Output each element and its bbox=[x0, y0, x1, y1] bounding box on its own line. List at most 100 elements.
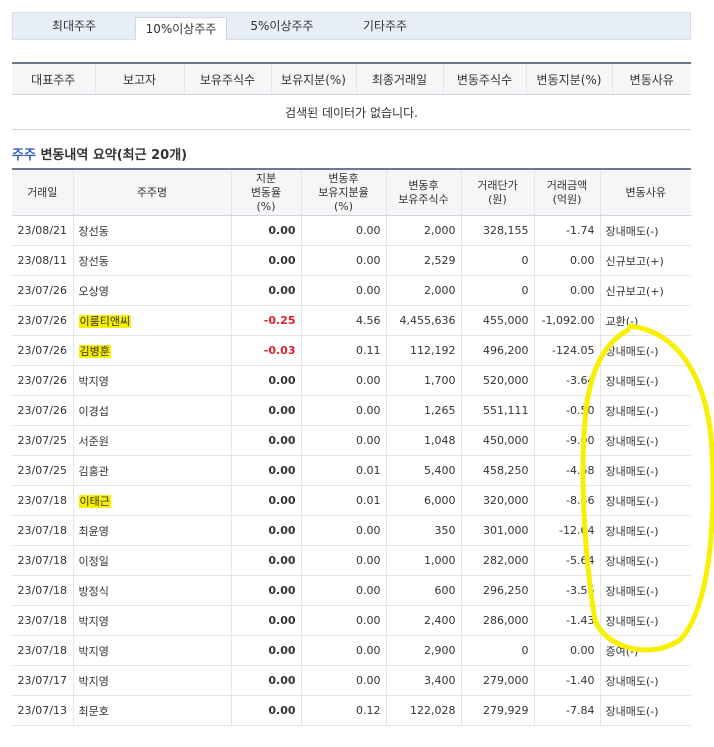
cell-trade-date: 23/07/26 bbox=[12, 335, 74, 366]
cell-trade-date: 23/07/18 bbox=[12, 545, 74, 576]
cell-trade-price: 320,000 bbox=[461, 485, 535, 516]
section-title-highlight: 주주 bbox=[12, 148, 36, 163]
cell-change-rate: -0.03 bbox=[231, 335, 302, 366]
holder-name-text: 이태근 bbox=[78, 494, 111, 508]
cell-holder-name: 박지영 bbox=[73, 365, 232, 396]
cell-after-ratio: 0.00 bbox=[301, 395, 387, 426]
table-row: 23/07/18 박지영 0.00 0.00 2,400 286,000 -1.43 장내매도… bbox=[12, 605, 691, 636]
cell-holder-name: 이경섭 bbox=[73, 395, 232, 426]
tab-5pct-holder[interactable]: 5%이상주주 bbox=[227, 13, 337, 40]
cell-holder-name: 서준원 bbox=[73, 425, 232, 456]
cell-reason: 장내매도(-) bbox=[600, 545, 691, 576]
cell-trade-amount: -4.58 bbox=[534, 455, 601, 486]
col-after-ratio-l3: (%) bbox=[333, 199, 354, 213]
tab-largest-holder[interactable]: 최대주주 bbox=[13, 13, 135, 40]
cell-reason: 교환(-) bbox=[600, 305, 691, 336]
col-last-trade-date: 최종거래일 bbox=[356, 62, 444, 95]
col-held-ratio: 보유지분(%) bbox=[271, 62, 357, 95]
cell-after-ratio: 0.00 bbox=[301, 515, 387, 546]
table-row: 23/07/18 최윤영 0.00 0.00 350 301,000 -12.04 장내매도(… bbox=[12, 515, 691, 546]
table-row: 23/07/18 박지영 0.00 0.00 2,900 0 0.00 증여(-) bbox=[12, 635, 691, 666]
cell-trade-amount: -0.50 bbox=[534, 395, 601, 426]
cell-after-shares: 350 bbox=[386, 515, 462, 546]
table-row: 23/07/17 박지영 0.00 0.00 3,400 279,000 -1.40 장내매도… bbox=[12, 665, 691, 696]
cell-reason: 장내매도(-) bbox=[600, 695, 691, 726]
table-row: 23/07/13 최문호 0.00 0.12 122,028 279,929 -7.84 장내… bbox=[12, 695, 691, 726]
cell-trade-date: 23/07/18 bbox=[12, 635, 74, 666]
empty-message: 검색된 데이터가 없습니다. bbox=[12, 94, 691, 130]
holder-name-text: 서준원 bbox=[78, 434, 109, 448]
table-row: 23/07/26 이룸티앤씨 -0.25 4.56 4,455,636 455,000 -1… bbox=[12, 305, 691, 336]
cell-after-shares: 122,028 bbox=[386, 695, 462, 726]
cell-after-shares: 600 bbox=[386, 575, 462, 606]
cell-after-shares: 112,192 bbox=[386, 335, 462, 366]
cell-after-ratio: 0.00 bbox=[301, 275, 387, 306]
cell-change-rate: 0.00 bbox=[231, 275, 302, 306]
cell-reason: 장내매도(-) bbox=[600, 335, 691, 366]
cell-trade-amount: 0.00 bbox=[534, 635, 601, 666]
cell-after-ratio: 0.00 bbox=[301, 425, 387, 456]
tab-10pct-holder[interactable]: 10%이상주주 bbox=[135, 17, 227, 41]
cell-after-ratio: 0.12 bbox=[301, 695, 387, 726]
cell-trade-amount: -1.40 bbox=[534, 665, 601, 696]
change-table-body: 23/08/21 장선동 0.00 0.00 2,000 328,155 -1.74 장내매도… bbox=[12, 215, 691, 726]
cell-change-rate: 0.00 bbox=[231, 455, 302, 486]
cell-trade-price: 279,929 bbox=[461, 695, 535, 726]
cell-reason: 장내매도(-) bbox=[600, 515, 691, 546]
table-row: 23/07/26 박지영 0.00 0.00 1,700 520,000 -3.64 장내매도… bbox=[12, 365, 691, 396]
holder-name-text: 오상영 bbox=[78, 284, 109, 298]
cell-change-rate: -0.25 bbox=[231, 305, 302, 336]
change-table-header: 거래일 주주명 지분 변동율 (%) 변동후 보유지분율 (%) 변동후 보유주… bbox=[12, 168, 691, 216]
holder-table-header: 대표주주 보고자 보유주식수 보유지분(%) 최종거래일 변동주식수 변동지분(… bbox=[12, 62, 691, 95]
col-after-shares-l1: 변동후 bbox=[408, 178, 439, 192]
cell-trade-date: 23/07/18 bbox=[12, 515, 74, 546]
cell-holder-name: 오상영 bbox=[73, 275, 232, 306]
cell-trade-date: 23/08/21 bbox=[12, 215, 74, 246]
cell-reason: 장내매도(-) bbox=[600, 425, 691, 456]
cell-change-rate: 0.00 bbox=[231, 545, 302, 576]
change-history-table: 거래일 주주명 지분 변동율 (%) 변동후 보유지분율 (%) 변동후 보유주… bbox=[12, 168, 691, 726]
col-held-shares: 보유주식수 bbox=[184, 62, 272, 95]
col-change-reason: 변동사유 bbox=[612, 62, 691, 95]
cell-reason: 증여(-) bbox=[600, 635, 691, 666]
cell-trade-date: 23/07/13 bbox=[12, 695, 74, 726]
cell-after-shares: 5,400 bbox=[386, 455, 462, 486]
col-trade-amount-l1: 거래금액 bbox=[546, 178, 588, 192]
cell-after-shares: 3,400 bbox=[386, 665, 462, 696]
cell-reason: 장내매도(-) bbox=[600, 665, 691, 696]
cell-after-ratio: 0.00 bbox=[301, 365, 387, 396]
table-row: 23/07/26 오상영 0.00 0.00 2,000 0 0.00 신규보고(+) bbox=[12, 275, 691, 306]
col-change-rate-l3: (%) bbox=[256, 199, 276, 213]
cell-trade-price: 458,250 bbox=[461, 455, 535, 486]
tab-other-holder[interactable]: 기타주주 bbox=[337, 13, 433, 40]
cell-trade-date: 23/07/25 bbox=[12, 425, 74, 456]
cell-after-ratio: 0.00 bbox=[301, 665, 387, 696]
holder-name-text: 김홍관 bbox=[78, 464, 109, 478]
table-row: 23/07/26 이경섭 0.00 0.00 1,265 551,111 -0.50 장내매도… bbox=[12, 395, 691, 426]
col-change-rate-l1: 지분 bbox=[255, 171, 277, 185]
cell-trade-price: 282,000 bbox=[461, 545, 535, 576]
col-after-ratio: 변동후 보유지분율 (%) bbox=[301, 168, 387, 216]
holder-table: 대표주주 보고자 보유주식수 보유지분(%) 최종거래일 변동주식수 변동지분(… bbox=[12, 62, 691, 130]
cell-holder-name: 장선동 bbox=[73, 245, 232, 276]
cell-reason: 장내매도(-) bbox=[600, 575, 691, 606]
holder-name-text: 박지영 bbox=[78, 644, 109, 658]
table-row: 23/07/25 서준원 0.00 0.00 1,048 450,000 -9.00 장내매도… bbox=[12, 425, 691, 456]
cell-change-rate: 0.00 bbox=[231, 365, 302, 396]
cell-change-rate: 0.00 bbox=[231, 245, 302, 276]
cell-trade-price: 0 bbox=[461, 275, 535, 306]
holder-name-text: 최문호 bbox=[78, 704, 109, 718]
cell-change-rate: 0.00 bbox=[231, 515, 302, 546]
cell-trade-date: 23/07/26 bbox=[12, 305, 74, 336]
cell-holder-name: 장선동 bbox=[73, 215, 232, 246]
cell-trade-amount: 0.00 bbox=[534, 275, 601, 306]
cell-reason: 장내매도(-) bbox=[600, 365, 691, 396]
cell-after-ratio: 0.01 bbox=[301, 485, 387, 516]
cell-after-ratio: 0.00 bbox=[301, 545, 387, 576]
cell-trade-price: 0 bbox=[461, 245, 535, 276]
cell-trade-price: 450,000 bbox=[461, 425, 535, 456]
cell-after-ratio: 0.00 bbox=[301, 575, 387, 606]
col-trade-price-l1: 거래단가 bbox=[477, 178, 518, 192]
cell-trade-date: 23/07/18 bbox=[12, 485, 74, 516]
cell-trade-date: 23/07/25 bbox=[12, 455, 74, 486]
